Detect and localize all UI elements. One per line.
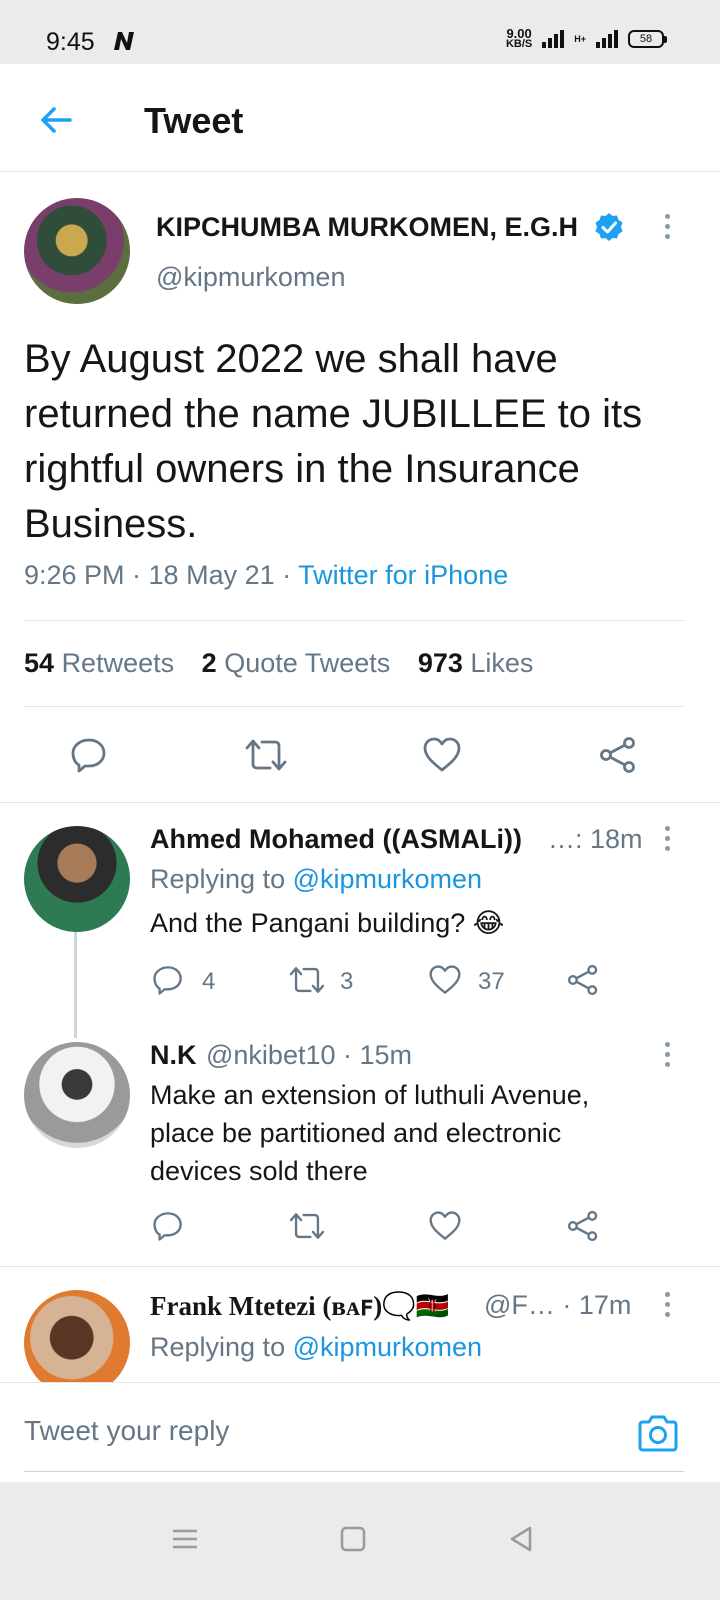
status-time: 9:45 — [46, 28, 95, 56]
network-type: H+ — [574, 33, 586, 44]
like-heart-icon[interactable] — [428, 964, 462, 996]
reply-avatar[interactable] — [24, 1042, 130, 1148]
tweet-text: By August 2022 we shall have returned th… — [24, 337, 643, 546]
reply-handle-time: @F… · 17m — [484, 1290, 632, 1320]
mention-link[interactable]: @kipmurkomen — [293, 1332, 482, 1362]
camera-icon[interactable] — [636, 1413, 680, 1453]
tweet-stats: 54 Retweets 2 Quote Tweets 973 Likes — [24, 648, 553, 679]
signal-icon — [542, 30, 565, 48]
reply-icon[interactable] — [152, 1210, 184, 1242]
page-title: Tweet — [144, 100, 244, 141]
retweet-icon[interactable] — [288, 964, 326, 996]
menu-icon[interactable] — [170, 1524, 200, 1554]
divider — [0, 1266, 720, 1267]
status-indicators: 9.00 KB/S H+ 58 — [505, 26, 667, 50]
quote-tweets-stat[interactable]: 2 Quote Tweets — [202, 648, 391, 678]
divider — [0, 802, 720, 803]
composer-underline — [24, 1471, 684, 1472]
reply-more-icon[interactable] — [662, 1042, 672, 1072]
tweet-source-link[interactable]: Twitter for iPhone — [298, 560, 508, 590]
author-avatar[interactable] — [24, 198, 130, 304]
status-bar: 9:45 9.00 KB/S H+ 58 — [0, 0, 720, 64]
reply-author-name[interactable]: N.K — [150, 1040, 197, 1071]
app-header: Tweet — [0, 64, 720, 172]
reply-more-icon[interactable] — [662, 826, 672, 856]
tweet-timestamp: 9:26 PM · 18 May 21 · — [24, 560, 299, 590]
reply-handle-time: @nkibet10 · 15m — [206, 1040, 413, 1070]
divider — [24, 620, 684, 621]
reply-timestamp: …: 18m — [548, 824, 643, 854]
like-heart-icon[interactable] — [422, 736, 462, 774]
share-icon[interactable] — [566, 1210, 600, 1242]
share-icon[interactable] — [566, 964, 600, 996]
reply-avatar[interactable] — [24, 1290, 130, 1396]
tweet-meta: 9:26 PM · 18 May 21 · Twitter for iPhone — [24, 560, 508, 591]
retweets-stat[interactable]: 54 Retweets — [24, 648, 174, 678]
network-speed: 9.00 KB/S — [505, 26, 533, 50]
retweet-icon[interactable] — [288, 1210, 326, 1242]
reply-author-name[interactable]: Frank Mtetezi (ʙᴀꜰ)🗨️🇰🇪 — [150, 1290, 449, 1322]
reply-icon[interactable] — [70, 736, 108, 774]
tweet-more-icon[interactable] — [662, 214, 672, 244]
like-count: 37 — [478, 968, 505, 995]
reply-input[interactable]: Tweet your reply — [24, 1415, 229, 1447]
thread-line — [74, 932, 77, 1038]
back-arrow-icon[interactable] — [36, 100, 76, 140]
reply-author-name[interactable]: Ahmed Mohamed ((ASMALi)) — [150, 824, 522, 855]
divider — [24, 706, 684, 707]
author-name[interactable]: KIPCHUMBA MURKOMEN, E.G.H — [156, 212, 578, 243]
reply-more-icon[interactable] — [662, 1292, 672, 1322]
system-navigation-bar — [0, 1482, 720, 1600]
likes-stat[interactable]: 973 Likes — [418, 648, 534, 678]
home-square-icon[interactable] — [338, 1524, 368, 1554]
replying-to: Replying to @kipmurkomen — [150, 864, 483, 894]
notification-n-icon — [114, 32, 134, 50]
back-triangle-icon[interactable] — [506, 1524, 536, 1554]
author-handle[interactable]: @kipmurkomen — [156, 262, 345, 293]
reply-composer: Tweet your reply — [0, 1382, 720, 1482]
mention-link[interactable]: @kipmurkomen — [293, 864, 482, 894]
share-icon[interactable] — [598, 736, 638, 774]
reply-icon[interactable] — [152, 964, 184, 996]
verified-badge-icon — [595, 213, 623, 241]
battery-icon: 58 — [628, 30, 667, 48]
reply-count: 4 — [202, 968, 216, 995]
reply-text: And the Pangani building? 😂 — [150, 908, 505, 938]
like-heart-icon[interactable] — [428, 1210, 462, 1242]
reply-text: Make an extension of luthuli Avenue, pla… — [150, 1080, 590, 1186]
replying-to: Replying to @kipmurkomen — [150, 1332, 483, 1362]
retweet-icon[interactable] — [244, 736, 288, 774]
signal-2-icon — [596, 30, 618, 48]
reply-avatar[interactable] — [24, 826, 130, 932]
retweet-count: 3 — [340, 968, 354, 995]
